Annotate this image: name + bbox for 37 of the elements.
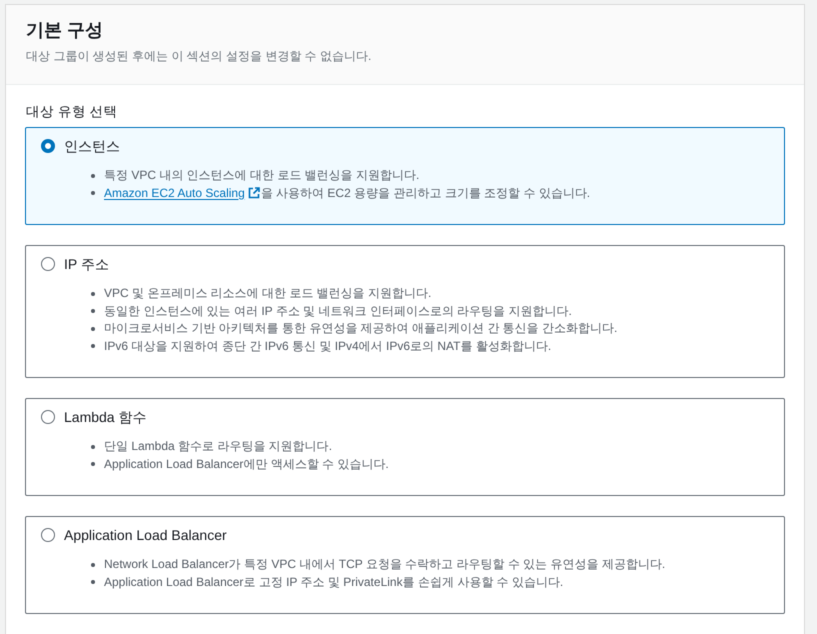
radio-button[interactable]: [41, 257, 55, 271]
bullet-icon: [91, 292, 95, 296]
bullet-icon: [91, 309, 95, 314]
option-label: Lambda 함수: [64, 408, 146, 427]
bullet-icon: [91, 462, 95, 466]
external-link-icon: [248, 186, 260, 198]
bullet-text: 단일 Lambda 함수로 라우팅을 지원합니다.: [104, 438, 332, 455]
bullet-icon: [91, 191, 95, 196]
option-tile[interactable]: 인스턴스 특정 VPC 내의 인스턴스에 대한 로드 밸런싱을 지원합니다. Amazon EC2 Auto Scaling 을 사용하여 EC2 용량을 관리하고 크기를 조정할 수 있습니다.: [25, 127, 785, 225]
bullet-text: 마이크로서비스 기반 아키텍처를 통한 유연성을 제공하여 애플리케이션 간 통신을 간소화합니다.: [104, 320, 618, 337]
bullet-text: Network Load Balancer가 특정 VPC 내에서 TCP 요청을 수락하고 라우팅할 수 있는 유연성을 제공합니다.: [104, 556, 666, 573]
bullet-icon: [91, 326, 95, 331]
bullet-text: Amazon EC2 Auto Scaling 을 사용하여 EC2 용량을 관리하고 크기를 조정할 수 있습니다.: [104, 184, 590, 202]
bullet-icon: [91, 174, 95, 178]
bullet-text: 특정 VPC 내의 인스턴스에 대한 로드 밸런싱을 지원합니다.: [104, 167, 420, 184]
radio-button[interactable]: [41, 410, 55, 424]
radio-button[interactable]: [41, 528, 55, 542]
bullet-icon: [91, 580, 95, 584]
panel-title: 기본 구성: [26, 19, 104, 41]
link[interactable]: Amazon EC2 Auto Scaling: [104, 186, 245, 200]
radio-button[interactable]: [41, 139, 55, 153]
bullet-icon: [91, 562, 95, 567]
option-tile[interactable]: Application Load Balancer Network Load Balancer가 특정 VPC 내에서 TCP 요청을 수락하고 라우팅할 수 있는 유연성을 제공합니다. Application Load Balancer로 고정 IP 주소 및 PrivateLink를 손쉽게 사용할 수 있습니다.: [25, 516, 785, 614]
field-label: 대상 유형 선택: [26, 103, 118, 121]
bullet-text: Application Load Balancer에만 액세스할 수 있습니다.: [104, 456, 389, 472]
panel-description: 대상 그룹이 생성된 후에는 이 섹션의 설정을 변경할 수 없습니다.: [26, 49, 372, 63]
option-tile[interactable]: Lambda 함수 단일 Lambda 함수로 라우팅을 지원합니다. Application Load Balancer에만 액세스할 수 있습니다.: [25, 398, 785, 496]
option-label: IP 주소: [64, 255, 109, 274]
option-label: Application Load Balancer: [64, 526, 227, 545]
bullet-text: IPv6 대상을 지원하여 종단 간 IPv6 통신 및 IPv4에서 IPv6로의 NAT를 활성화합니다.: [104, 338, 552, 354]
bullet-icon: [91, 444, 95, 449]
option-label: 인스턴스: [64, 137, 120, 156]
bullet-icon: [91, 344, 95, 348]
bullet-text: 동일한 인스턴스에 있는 여러 IP 주소 및 네트워크 인터페이스로의 라우팅을 지원합니다.: [104, 302, 572, 320]
bullet-text: VPC 및 온프레미스 리소스에 대한 로드 밸런싱을 지원합니다.: [104, 285, 432, 302]
bullet-text: Application Load Balancer로 고정 IP 주소 및 PrivateLink를 손쉽게 사용할 수 있습니다.: [104, 574, 564, 590]
option-tile[interactable]: IP 주소 VPC 및 온프레미스 리소스에 대한 로드 밸런싱을 지원합니다. 동일한 인스턴스에 있는 여러 IP 주소 및 네트워크 인터페이스로의 라우팅을 지원합니다. 마이크로서비스 기반 아키텍처를 통한 유연성을 제공하여 애플리케이션 간 통신을 간소화합니다. IPv6 대상을 지원하여 종단 간 IPv6 통신 및 IPv4에서 IPv6로의 NAT를 활성화합니다.: [25, 245, 785, 378]
